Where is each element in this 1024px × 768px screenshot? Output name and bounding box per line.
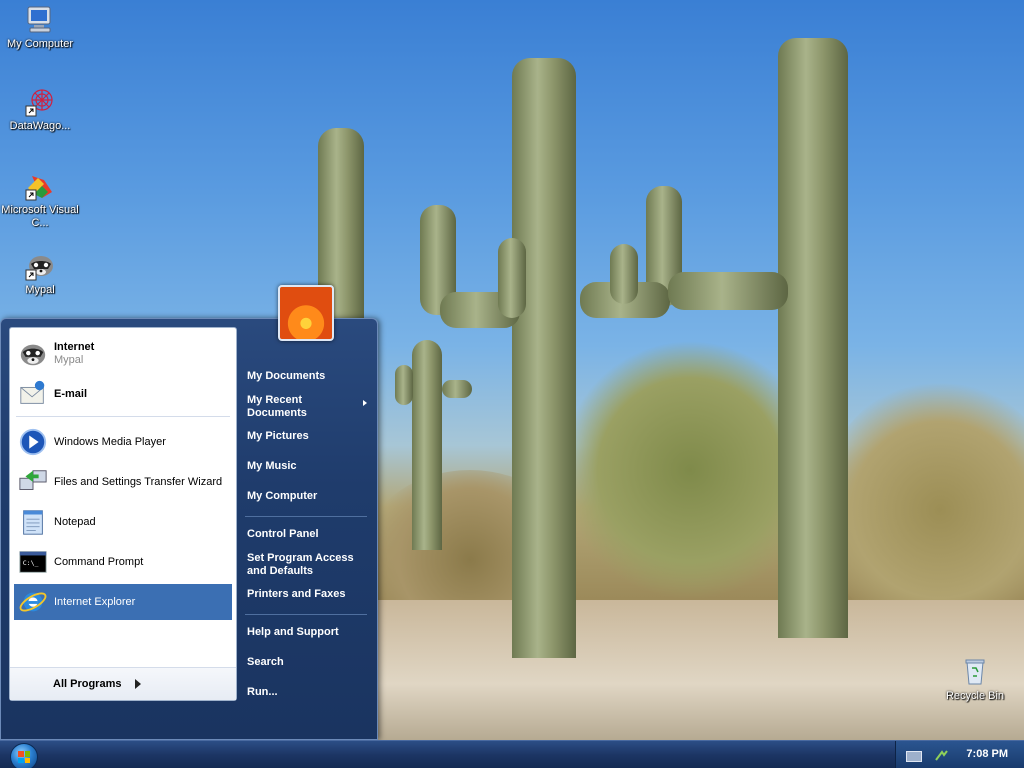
start-menu: Internet Mypal E-mail Windows Media Playe…	[0, 318, 378, 740]
keyboard-icon[interactable]	[906, 751, 922, 762]
recent-transfer-wizard-label: Files and Settings Transfer Wizard	[54, 476, 223, 488]
desktop-icon-datawagon[interactable]: DataWago...	[1, 86, 79, 133]
start-menu-places-pane: My Documents My Recent Documents My Pict…	[237, 327, 373, 699]
pinned-internet[interactable]: Internet Mypal	[14, 336, 232, 372]
menu-separator	[245, 516, 367, 517]
svg-text:C:\_: C:\_	[23, 559, 39, 567]
arrow-right-icon	[135, 679, 142, 689]
email-icon	[18, 379, 48, 409]
mypal-icon	[18, 339, 48, 369]
recent-internet-explorer[interactable]: Internet Explorer	[14, 584, 232, 620]
menu-my-pictures[interactable]: My Pictures	[247, 430, 372, 443]
menu-separator	[245, 614, 367, 615]
desktop-icon-visual-c[interactable]: Microsoft Visual C...	[1, 170, 79, 230]
recycle-bin-icon	[959, 656, 991, 688]
pinned-email[interactable]: E-mail	[14, 376, 232, 412]
start-button[interactable]	[10, 743, 38, 768]
menu-my-music[interactable]: My Music	[247, 460, 372, 473]
menu-printers-and-faxes[interactable]: Printers and Faxes	[247, 588, 372, 601]
pinned-email-title: E-mail	[54, 387, 88, 400]
menu-help-and-support[interactable]: Help and Support	[247, 626, 372, 639]
desktop-icon-my-computer[interactable]: My Computer	[1, 4, 79, 51]
computer-icon	[24, 4, 56, 36]
mypal-icon	[24, 250, 56, 282]
notepad-icon	[18, 507, 48, 537]
desktop-icon-label: DataWago...	[9, 120, 71, 132]
menu-control-panel[interactable]: Control Panel	[247, 528, 372, 541]
menu-my-recent-documents[interactable]: My Recent Documents	[247, 394, 367, 420]
desktop-icon-label: Mypal	[25, 284, 55, 296]
recent-notepad-label: Notepad	[54, 516, 96, 528]
desktop-icon-mypal[interactable]: Mypal	[1, 250, 79, 297]
desktop-icon-recycle-bin[interactable]: Recycle Bin	[936, 656, 1014, 703]
recent-command-prompt-label: Command Prompt	[54, 556, 144, 568]
all-programs-button[interactable]: All Programs	[10, 667, 236, 700]
network-icon[interactable]	[934, 748, 948, 762]
taskbar: 7:08 PM	[0, 740, 1024, 768]
menu-my-documents[interactable]: My Documents	[247, 370, 372, 383]
start-menu-programs-pane: Internet Mypal E-mail Windows Media Playe…	[9, 327, 237, 701]
user-picture[interactable]	[278, 285, 334, 341]
pinned-internet-subtitle: Mypal	[54, 354, 84, 366]
pinned-internet-title: Internet	[54, 341, 95, 353]
all-programs-label: All Programs	[53, 678, 122, 690]
desktop-icon-label: My Computer	[6, 38, 74, 50]
media-player-icon	[18, 427, 48, 457]
datawagon-icon	[24, 86, 56, 118]
system-tray: 7:08 PM	[895, 741, 1024, 768]
internet-explorer-icon	[18, 587, 48, 617]
clock[interactable]: 7:08 PM	[966, 748, 1008, 760]
command-prompt-icon: C:\_	[18, 547, 48, 577]
menu-my-computer[interactable]: My Computer	[247, 490, 372, 503]
recent-transfer-wizard[interactable]: Files and Settings Transfer Wizard	[14, 464, 232, 500]
menu-set-program-access[interactable]: Set Program Access and Defaults	[247, 552, 357, 578]
recent-notepad[interactable]: Notepad	[14, 504, 232, 540]
submenu-arrow-icon	[363, 400, 367, 406]
visual-c-icon	[24, 170, 56, 202]
menu-run[interactable]: Run...	[247, 686, 372, 699]
recent-media-player[interactable]: Windows Media Player	[14, 424, 232, 460]
transfer-wizard-icon	[18, 467, 48, 497]
desktop-icon-label: Microsoft Visual C...	[1, 204, 79, 229]
menu-my-recent-documents-label: My Recent Documents	[247, 394, 307, 419]
recent-command-prompt[interactable]: C:\_ Command Prompt	[14, 544, 232, 580]
recent-media-player-label: Windows Media Player	[54, 436, 166, 448]
recent-internet-explorer-label: Internet Explorer	[54, 596, 136, 608]
windows-logo-icon	[18, 751, 30, 763]
desktop-icon-label: Recycle Bin	[945, 690, 1005, 702]
menu-search[interactable]: Search	[247, 656, 372, 669]
